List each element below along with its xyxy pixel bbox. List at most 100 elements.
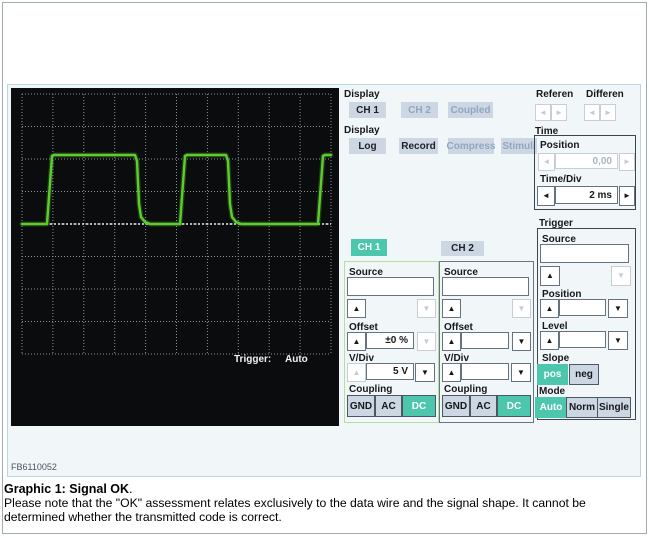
ch1-coupling-ac-button[interactable]: AC bbox=[375, 395, 402, 417]
oscilloscope-panel: Trigger: Auto FB6110052 Display CH 1 CH … bbox=[7, 84, 641, 477]
up-arrow-icon: ▲ bbox=[447, 367, 456, 377]
trigger-mode-label: Mode bbox=[539, 386, 566, 397]
reference-prev-button[interactable]: ◄ bbox=[535, 104, 551, 121]
ch1-offset-down-button[interactable]: ▼ bbox=[417, 332, 436, 351]
down-arrow-icon: ▼ bbox=[517, 367, 525, 377]
stimuli-button[interactable]: Stimuli bbox=[501, 138, 537, 154]
mode-auto-button[interactable]: Auto bbox=[535, 397, 567, 418]
timediv-label: Time/Div bbox=[540, 174, 582, 185]
trigger-position-up-button[interactable]: ▲ bbox=[540, 299, 559, 318]
ch1-coupling-gnd-button[interactable]: GND bbox=[347, 395, 375, 417]
ch2-offset-value[interactable] bbox=[461, 332, 509, 349]
caption: Graphic 1: Signal OK. Please note that t… bbox=[4, 482, 647, 524]
down-arrow-icon: ▼ bbox=[614, 303, 622, 313]
ch1-coupling-label: Coupling bbox=[349, 384, 393, 395]
down-arrow-icon: ▼ bbox=[517, 336, 526, 346]
ch2-vdiv-down-button[interactable]: ▼ bbox=[511, 363, 531, 382]
ch2-coupling-ac-button[interactable]: AC bbox=[470, 395, 497, 417]
ch2-source-down-button[interactable]: ▼ bbox=[512, 299, 531, 318]
down-arrow-icon: ▼ bbox=[421, 367, 429, 377]
caption-title-period: . bbox=[129, 482, 133, 496]
timediv-left-button[interactable]: ◄ bbox=[537, 186, 555, 206]
ch2-coupling-label: Coupling bbox=[444, 384, 488, 395]
left-arrow-icon: ◄ bbox=[588, 107, 596, 117]
down-arrow-icon: ▼ bbox=[422, 336, 431, 346]
trigger-level-down-button[interactable]: ▼ bbox=[608, 331, 628, 350]
time-position-right-button[interactable]: ► bbox=[619, 153, 635, 171]
slope-neg-button[interactable]: neg bbox=[569, 364, 599, 385]
difference-prev-button[interactable]: ◄ bbox=[584, 104, 600, 121]
timediv-right-button[interactable]: ► bbox=[619, 186, 635, 206]
difference-next-button[interactable]: ► bbox=[600, 104, 616, 121]
ch1-coupling-dc-button[interactable]: DC bbox=[402, 395, 436, 417]
caption-title: Graphic 1: Signal OK. bbox=[4, 482, 133, 496]
up-arrow-icon: ▲ bbox=[546, 271, 554, 280]
slope-pos-button[interactable]: pos bbox=[537, 364, 568, 385]
up-arrow-icon: ▲ bbox=[545, 303, 554, 313]
ch2-coupling-gnd-button[interactable]: GND bbox=[442, 395, 470, 417]
left-arrow-icon: ◄ bbox=[542, 157, 551, 166]
record-button[interactable]: Record bbox=[399, 138, 438, 154]
compress-button[interactable]: Compress bbox=[447, 138, 495, 154]
timediv-value[interactable]: 2 ms bbox=[555, 186, 618, 204]
ch2-source-input[interactable] bbox=[442, 277, 529, 296]
time-position-label: Position bbox=[540, 140, 580, 151]
screenshot-root: Trigger: Auto FB6110052 Display CH 1 CH … bbox=[0, 0, 649, 538]
trigger-status-label: Trigger: bbox=[234, 354, 272, 365]
time-position-left-button[interactable]: ◄ bbox=[538, 153, 555, 171]
ch2-offset-up-button[interactable]: ▲ bbox=[442, 332, 461, 351]
ch1-vdiv-value[interactable]: 5 V bbox=[366, 363, 414, 380]
right-arrow-icon: ► bbox=[623, 191, 631, 200]
up-arrow-icon: ▲ bbox=[545, 335, 554, 345]
reference-next-button[interactable]: ► bbox=[551, 104, 567, 121]
display-ch1-button[interactable]: CH 1 bbox=[349, 102, 386, 118]
down-arrow-icon: ▼ bbox=[517, 303, 526, 313]
up-arrow-icon: ▲ bbox=[447, 303, 456, 313]
trigger-position-value[interactable] bbox=[559, 299, 606, 316]
ch2-vdiv-up-button[interactable]: ▲ bbox=[442, 363, 461, 382]
left-arrow-icon: ◄ bbox=[539, 107, 547, 117]
ch1-vdiv-up-button[interactable]: ▲ bbox=[347, 363, 366, 382]
log-button[interactable]: Log bbox=[349, 138, 386, 154]
display-ch2-button[interactable]: CH 2 bbox=[401, 102, 438, 118]
ch2-offset-down-button[interactable]: ▼ bbox=[512, 332, 531, 351]
up-arrow-icon: ▲ bbox=[352, 336, 361, 346]
display-channels-label: Display bbox=[344, 89, 380, 100]
display-coupled-button[interactable]: Coupled bbox=[448, 102, 493, 118]
ch1-source-up-button[interactable]: ▲ bbox=[347, 299, 366, 318]
ch2-vdiv-value[interactable] bbox=[461, 363, 509, 380]
trigger-level-value[interactable] bbox=[559, 331, 606, 348]
trigger-level-up-button[interactable]: ▲ bbox=[540, 331, 559, 350]
ch1-offset-value[interactable]: ±0 % bbox=[366, 332, 414, 349]
down-arrow-icon: ▼ bbox=[614, 335, 622, 345]
ch1-offset-up-button[interactable]: ▲ bbox=[347, 332, 366, 351]
ch2-coupling-dc-button[interactable]: DC bbox=[497, 395, 531, 417]
ch1-tab[interactable]: CH 1 bbox=[351, 239, 387, 256]
ch1-source-down-button[interactable]: ▼ bbox=[417, 299, 436, 318]
down-arrow-icon: ▼ bbox=[617, 271, 625, 280]
ch2-tab[interactable]: CH 2 bbox=[441, 241, 484, 256]
trigger-position-down-button[interactable]: ▼ bbox=[608, 299, 628, 318]
trigger-source-input[interactable] bbox=[540, 244, 629, 263]
mode-norm-button[interactable]: Norm bbox=[566, 397, 598, 418]
ch2-source-up-button[interactable]: ▲ bbox=[442, 299, 461, 318]
scope-display: Trigger: Auto bbox=[11, 88, 339, 426]
mode-single-button[interactable]: Single bbox=[597, 397, 631, 418]
trigger-source-down-button[interactable]: ▼ bbox=[611, 266, 631, 286]
right-arrow-icon: ► bbox=[555, 107, 563, 117]
up-arrow-icon: ▲ bbox=[352, 367, 361, 377]
trigger-slope-label: Slope bbox=[542, 353, 570, 364]
scope-waveform bbox=[19, 93, 334, 355]
time-position-value[interactable]: 0,00 bbox=[555, 153, 618, 169]
figure-id: FB6110052 bbox=[11, 462, 57, 472]
left-arrow-icon: ◄ bbox=[542, 191, 550, 200]
caption-body: Please note that the "OK" assessment rel… bbox=[4, 496, 586, 524]
ch1-vdiv-down-button[interactable]: ▼ bbox=[415, 363, 435, 382]
trigger-source-up-button[interactable]: ▲ bbox=[540, 266, 560, 286]
ch1-source-input[interactable] bbox=[347, 277, 434, 296]
right-arrow-icon: ► bbox=[604, 107, 612, 117]
trigger-status-value: Auto bbox=[285, 354, 308, 365]
reference-label: Referen bbox=[536, 89, 574, 100]
up-arrow-icon: ▲ bbox=[447, 336, 456, 346]
up-arrow-icon: ▲ bbox=[352, 303, 361, 313]
